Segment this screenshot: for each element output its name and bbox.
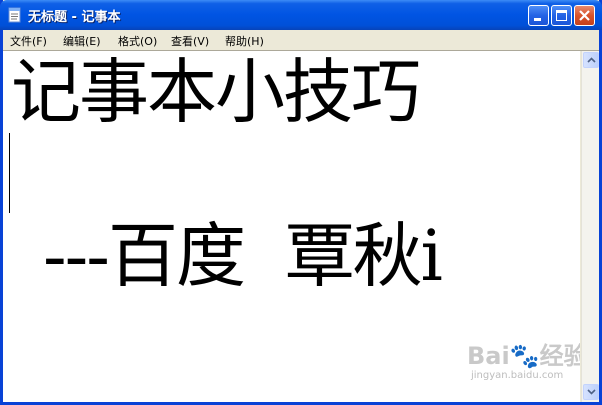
arrow-up-icon xyxy=(587,57,596,63)
text-line-2: ---百度 覃秋i xyxy=(43,215,443,297)
menu-help[interactable]: 帮助(H) xyxy=(225,33,264,49)
watermark-logo: Bai🐾经验 xyxy=(467,342,580,370)
notepad-icon[interactable] xyxy=(8,7,22,23)
menu-bar: 文件(F) 编辑(E) 格式(O) 查看(V) 帮助(H) xyxy=(3,30,599,51)
arrow-down-icon xyxy=(587,389,596,395)
menu-file[interactable]: 文件(F) xyxy=(10,33,47,49)
menu-view[interactable]: 查看(V) xyxy=(171,33,209,49)
text-line-1: 记事本小技巧 xyxy=(11,51,421,133)
close-icon xyxy=(579,10,590,21)
title-bar[interactable]: 无标题 - 记事本 xyxy=(0,0,602,30)
menu-format[interactable]: 格式(O) xyxy=(118,33,157,49)
text-editor-area[interactable]: 记事本小技巧 ---百度 覃秋i Bai🐾经验 jingyan.baidu.co… xyxy=(3,51,580,402)
minimize-icon xyxy=(534,18,541,21)
minimize-button[interactable] xyxy=(528,5,549,26)
close-button[interactable] xyxy=(574,5,595,26)
watermark-url: jingyan.baidu.com xyxy=(471,370,564,381)
menu-edit[interactable]: 编辑(E) xyxy=(63,33,101,49)
vertical-scrollbar[interactable] xyxy=(581,51,599,402)
maximize-button[interactable] xyxy=(551,5,572,26)
scroll-down-button[interactable] xyxy=(583,384,599,400)
notepad-window: 无标题 - 记事本 文件(F) 编辑(E) 格式(O) 查看(V) 帮助(H) … xyxy=(0,0,602,405)
text-caret xyxy=(9,133,10,213)
scroll-up-button[interactable] xyxy=(583,52,599,68)
maximize-icon xyxy=(556,10,567,21)
window-title: 无标题 - 记事本 xyxy=(28,10,121,25)
baidu-jingyan-watermark: Bai🐾经验 jingyan.baidu.com xyxy=(467,336,580,398)
